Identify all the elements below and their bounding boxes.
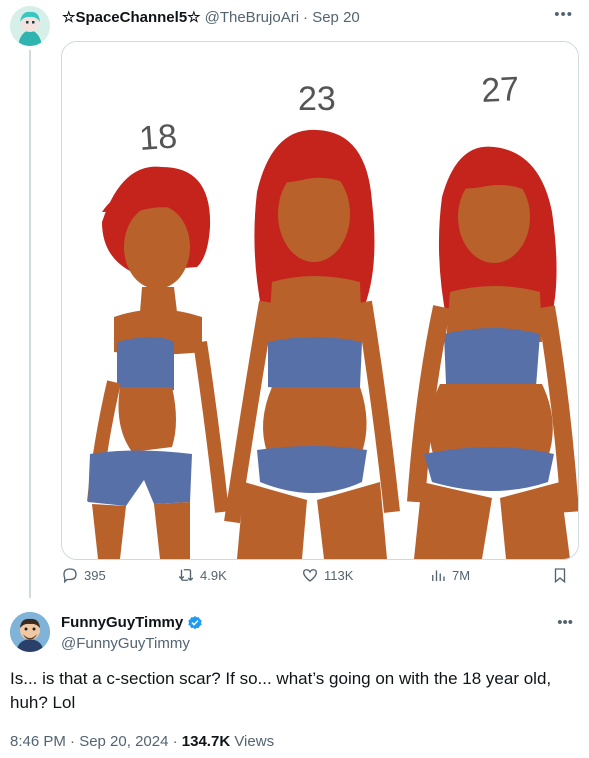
media-label-18: 18	[138, 117, 178, 158]
heart-icon	[302, 569, 318, 582]
bookmark-icon	[554, 568, 566, 584]
reply-metadata: 8:46 PM · Sep 20, 2024 · 134.7K Views	[10, 733, 274, 750]
reply-author-name[interactable]: FunnyGuyTimmy	[61, 614, 183, 631]
like-button[interactable]: 113K	[301, 566, 353, 584]
reply-views-count: 134.7K	[181, 733, 231, 750]
bookmark-button[interactable]	[551, 566, 569, 584]
repost-count: 4.9K	[200, 567, 227, 583]
reply-text: Is... is that a c-section scar? If so...…	[10, 669, 552, 712]
author-avatar[interactable]	[10, 6, 50, 46]
reply-button[interactable]: 395	[61, 566, 106, 584]
like-count: 113K	[324, 567, 354, 583]
repost-button[interactable]: 4.9K	[177, 566, 227, 584]
reply-count: 395	[84, 567, 106, 583]
analytics-icon	[432, 570, 445, 581]
tweet-date[interactable]: · Sep 20	[303, 9, 360, 26]
reply-author-handle[interactable]: @FunnyGuyTimmy	[61, 635, 190, 652]
tweet-action-bar: 395 4.9K 113K 7M	[61, 566, 573, 590]
reply-author-name-row: FunnyGuyTimmy	[61, 614, 203, 631]
reply-timestamp[interactable]: 8:46 PM · Sep 20, 2024 ·	[10, 733, 182, 750]
media-label-27: 27	[480, 70, 520, 110]
ellipsis-icon[interactable]: •••	[554, 6, 573, 23]
ellipsis-icon[interactable]: •••	[557, 614, 573, 631]
verified-badge-icon	[188, 615, 202, 629]
views-count: 7M	[452, 567, 471, 583]
reply-views-label: Views	[230, 733, 275, 750]
views-button[interactable]: 7M	[429, 566, 470, 584]
tweet-media-image[interactable]: 18 23 27	[61, 41, 579, 560]
reply-author-avatar[interactable]	[10, 612, 50, 652]
author-handle[interactable]: @TheBrujoAri	[205, 9, 299, 26]
media-label-23: 23	[298, 80, 336, 118]
author-name[interactable]: ☆SpaceChannel5☆	[62, 9, 201, 26]
repost-icon	[178, 569, 194, 581]
thread-connector	[29, 50, 31, 598]
reply-icon	[63, 568, 77, 584]
tweet-header: ☆SpaceChannel5☆ @TheBrujoAri · Sep 20	[62, 8, 360, 26]
